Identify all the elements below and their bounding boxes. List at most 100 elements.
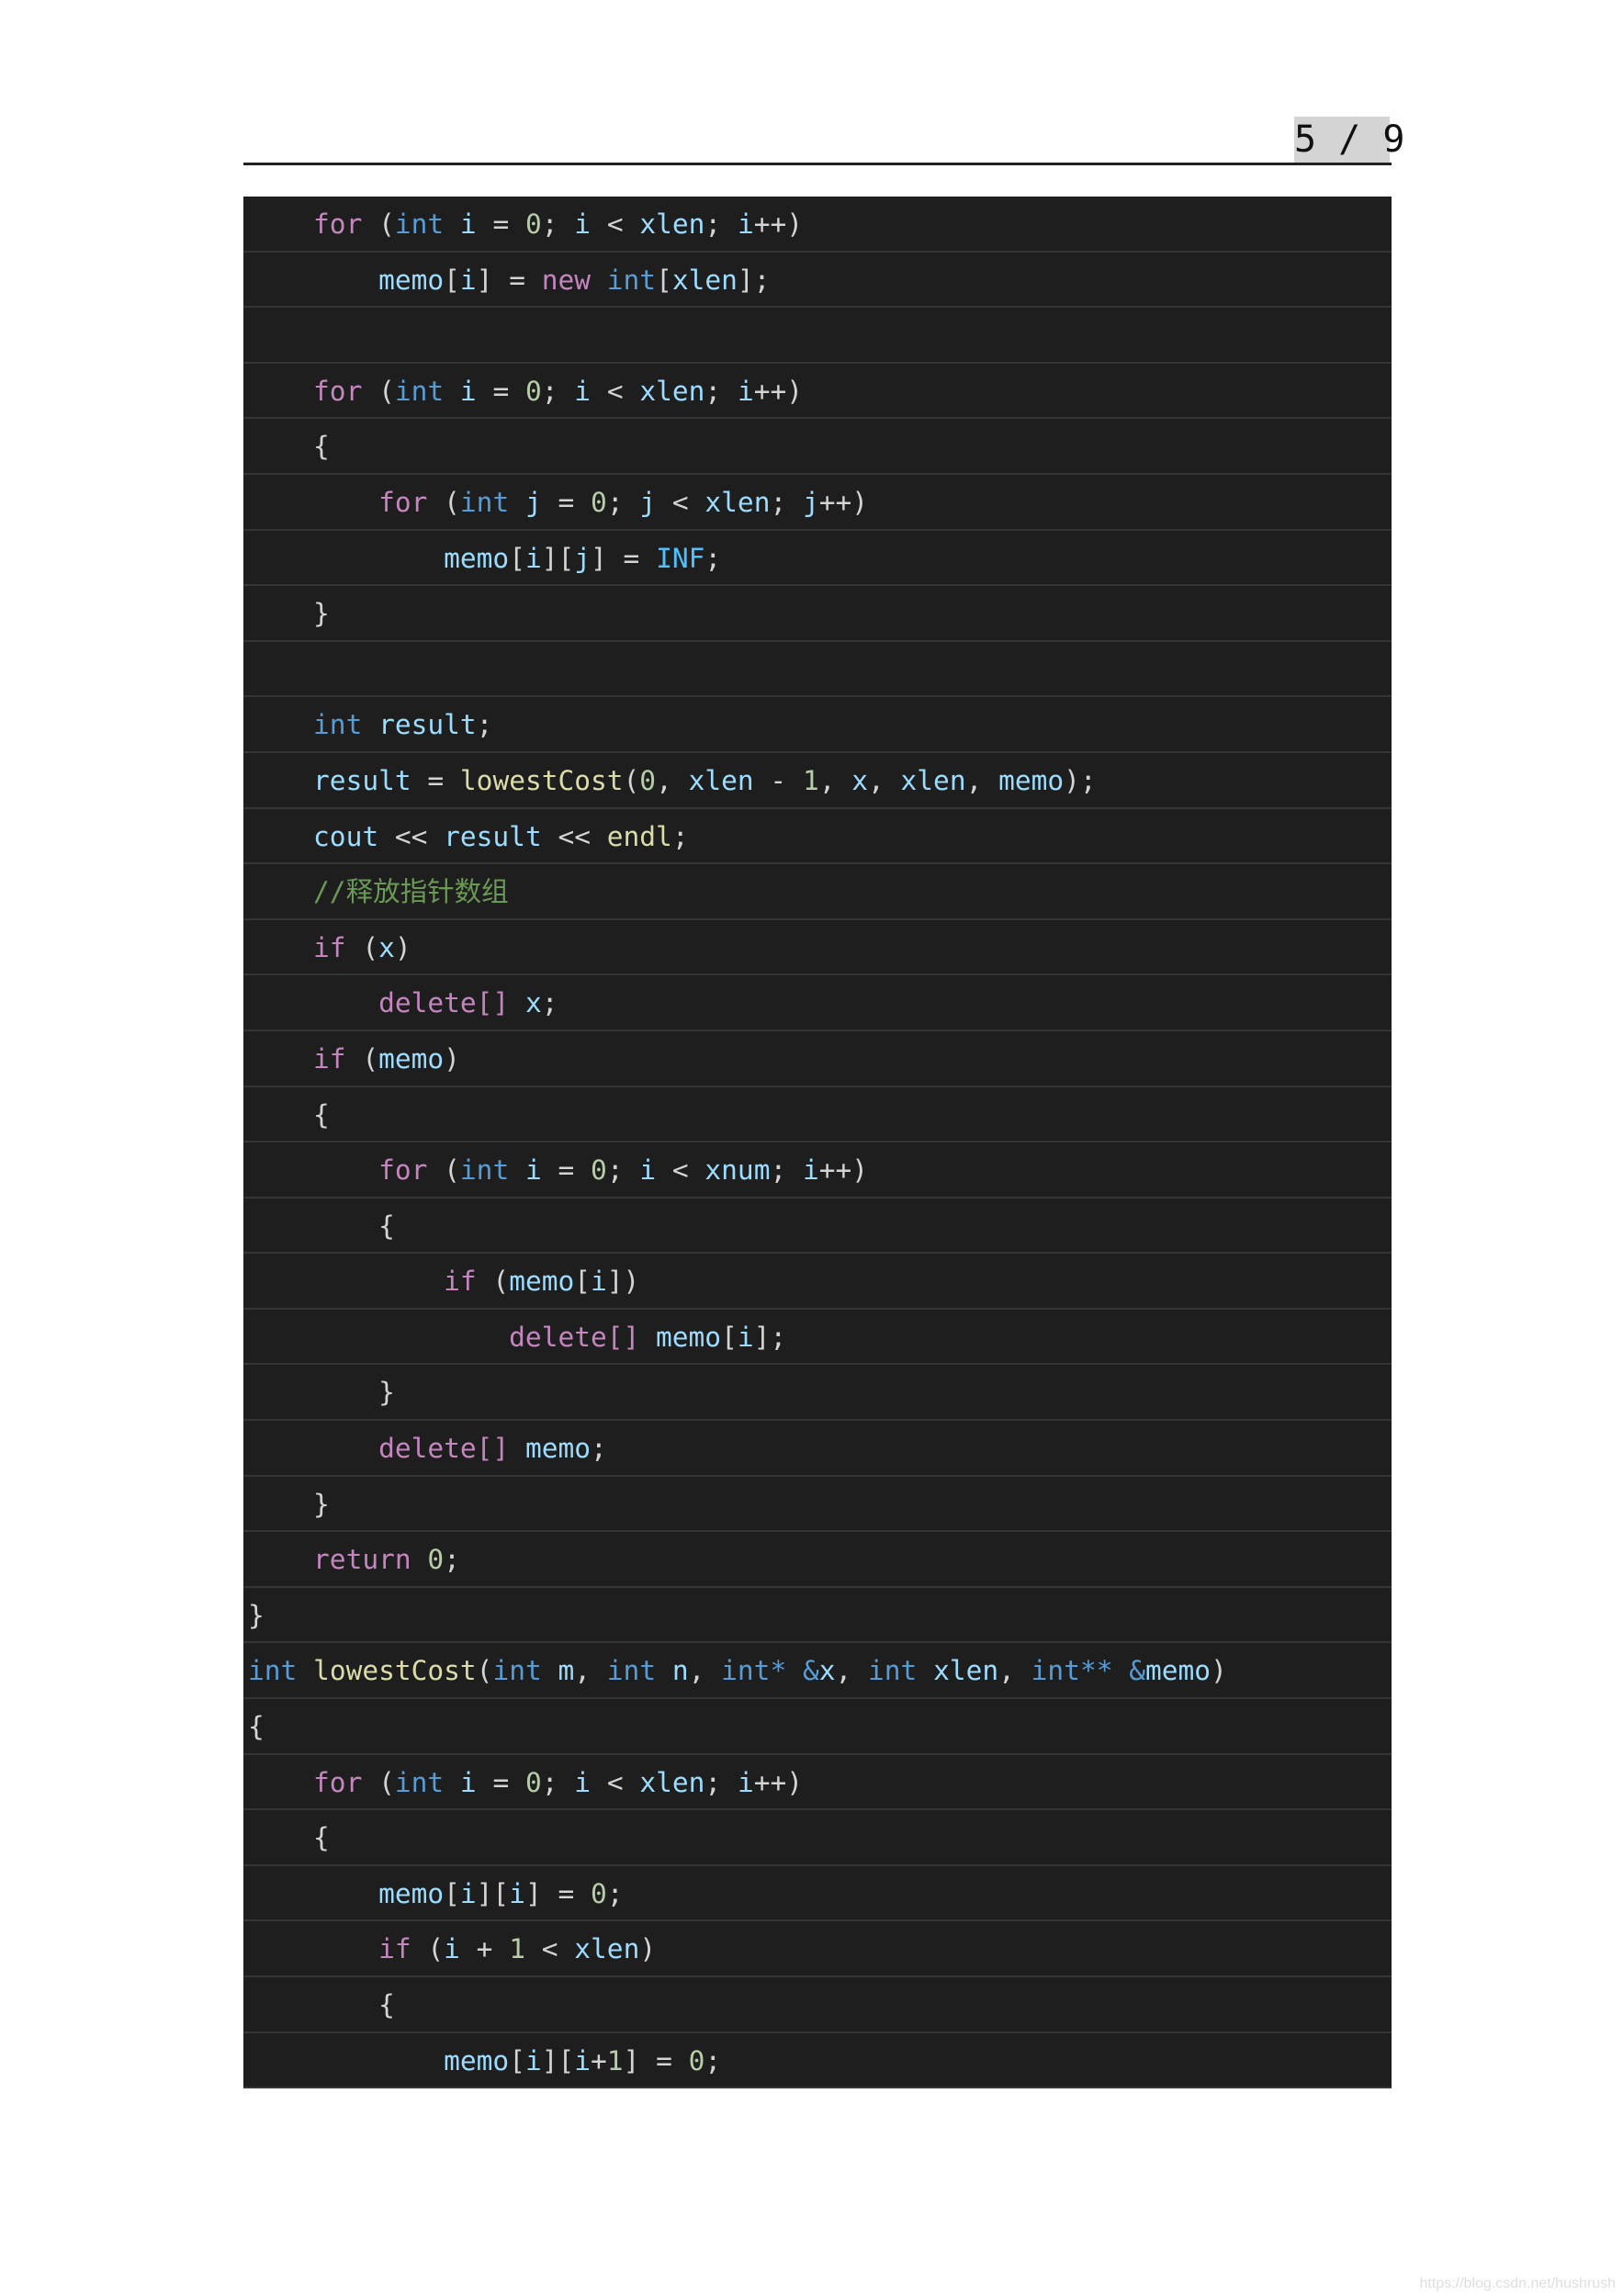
code-line: } [243,586,1392,642]
code-token: << [378,820,445,852]
code-token: xlen [704,486,771,518]
code-token: + [591,2044,607,2077]
code-token: int [459,486,510,518]
code-token: memo [1145,1655,1212,1687]
code-token: ( [362,1766,395,1798]
code-token: , [656,764,689,796]
code-line: delete[] x; [243,975,1392,1031]
code-token: if [444,1266,477,1298]
code-token: & [1129,1655,1146,1687]
code-line: if (memo[i]) [243,1254,1392,1310]
code-token: m [541,1655,575,1687]
code-token: i [737,1321,754,1353]
code-token: x [509,987,542,1019]
code-token: n [656,1655,689,1687]
code-line: return 0; [243,1532,1392,1588]
code-token: { [248,1989,395,2020]
code-token: ( [623,764,640,796]
code-token: memo [998,764,1065,796]
code-token: memo [378,1877,445,1909]
code-token: ; [770,486,803,518]
code-token: int [868,1655,918,1687]
code-line: memo[i][j] = INF; [243,531,1392,587]
code-token: < [656,1154,705,1187]
code-token: = [476,1766,525,1798]
code-line: delete[] memo; [243,1421,1392,1477]
code-token: i [459,1877,477,1909]
code-token: } [248,1488,330,1520]
code-token: i [444,1933,460,1965]
code-token: int [606,264,657,296]
code-token: } [248,598,330,630]
code-token: < [591,375,640,407]
code-token: , [965,764,999,796]
code-token: xnum [704,1154,771,1187]
code-token: < [656,486,705,518]
code-token: { [248,1098,330,1131]
code-token: xlen [639,375,705,407]
code-token: [ [444,1877,460,1909]
code-token: ; [704,2044,722,2077]
code-line: } [243,1588,1392,1644]
code-token: ]) [606,1266,640,1298]
code-token: for [313,208,363,240]
code-token: 1 [509,1933,525,1965]
code-token: [ [444,264,460,296]
code-token: [ [509,2044,525,2077]
code-token: lowestCost [459,764,624,796]
code-token: i [574,208,592,240]
code-token: xlen [639,208,705,240]
code-token: xlen [917,1655,999,1687]
code-token: = [476,208,525,240]
code-token: << [541,820,607,852]
code-token: i [459,264,477,296]
code-line: { [243,419,1392,475]
code-token: i [524,2044,542,2077]
code-token: result [362,709,477,741]
code-token: ; [704,542,722,574]
code-token: ; [770,1154,803,1187]
code-token: i [737,375,754,407]
code-token: ; [704,1766,738,1798]
code-token: { [248,431,330,463]
code-token: xlen [900,764,966,796]
code-token: j [509,486,542,518]
code-token: 0 [525,208,542,240]
code-token: 0 [591,1154,607,1187]
code-token: ( [362,208,395,240]
watermark: https://blog.csdn.net/hushrush [1419,2276,1616,2291]
code-token: ; [476,709,493,741]
code-token: ; [541,987,558,1019]
code-token: ; [541,375,575,407]
code-token: int [606,1655,657,1687]
code-line: delete[] memo[i]; [243,1310,1392,1366]
code-token: ; [591,1433,607,1465]
code-token: i [574,2044,592,2077]
code-token: if [313,1042,346,1075]
code-line [243,308,1392,364]
code-token: ]; [753,1321,787,1353]
code-token: i [524,542,542,574]
code-line: { [243,1699,1392,1755]
code-token: i [574,375,592,407]
code-token: = [541,1154,592,1187]
code-token: x [851,764,868,796]
code-token: i [444,208,477,240]
code-token: cout [313,820,379,852]
code-line: for (int i = 0; i < xlen; i++) [243,197,1392,253]
code-token: memo [378,264,445,296]
code-token: i [509,1877,525,1909]
code-token: memo [378,1042,445,1075]
